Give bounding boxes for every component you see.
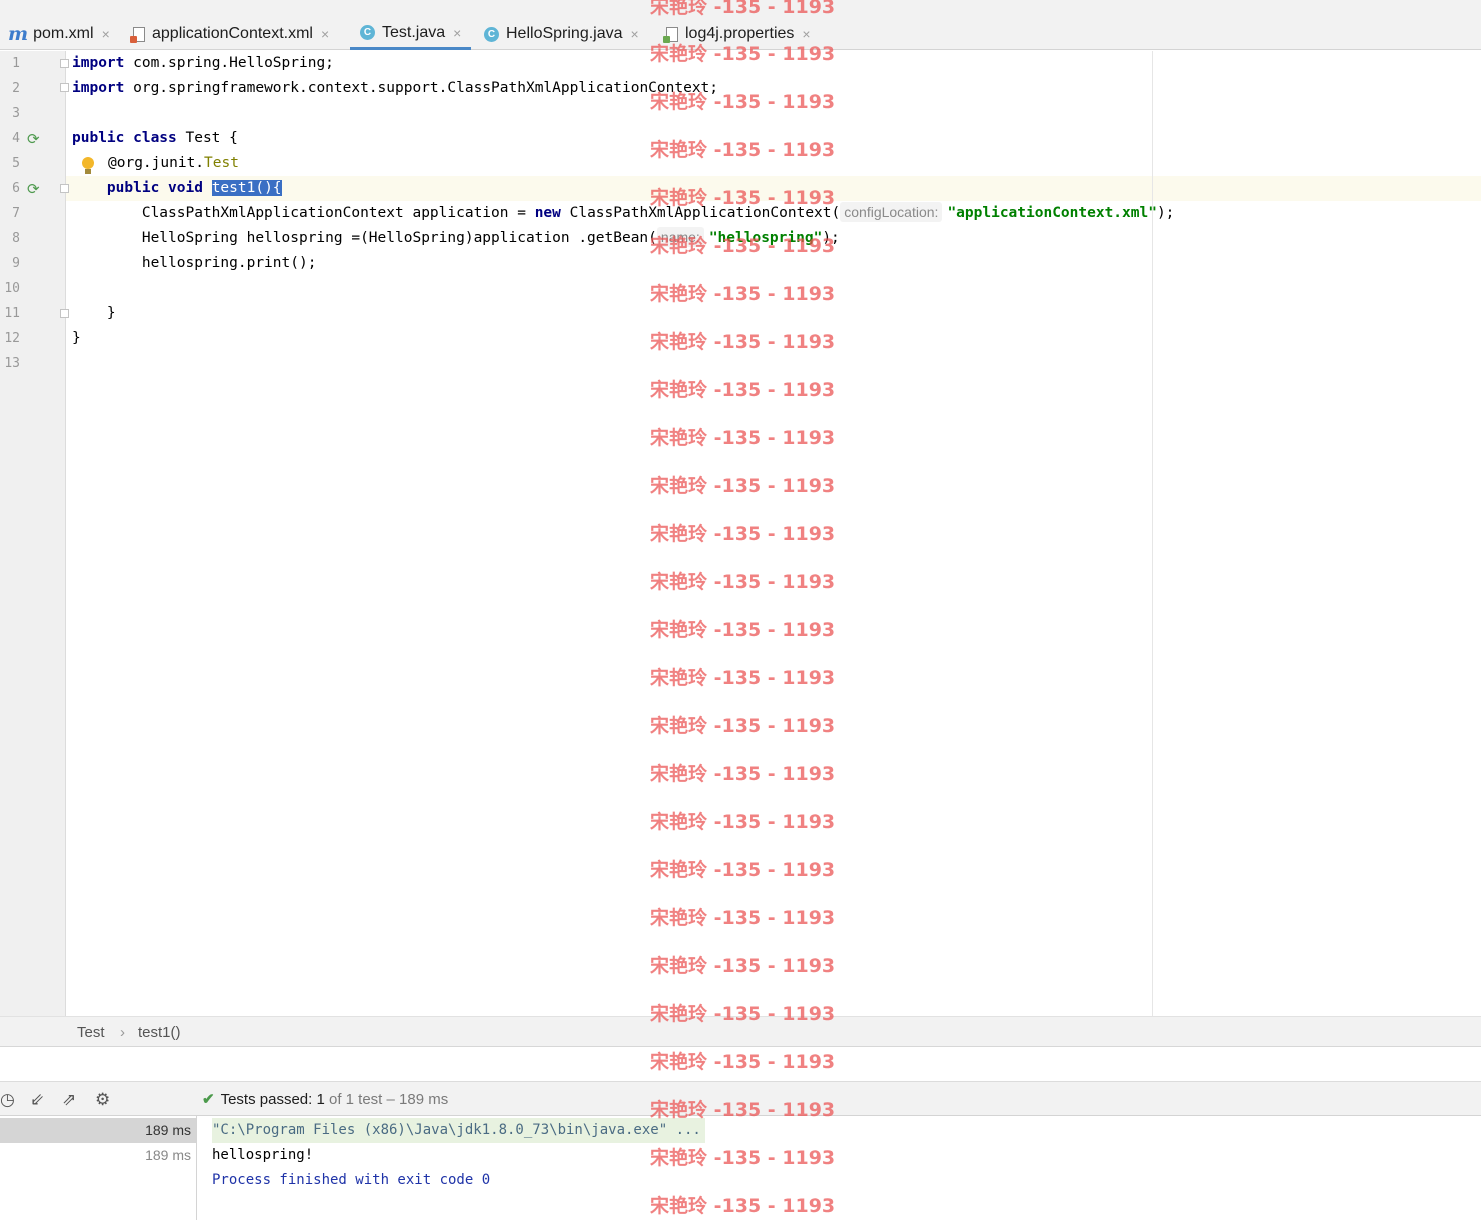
watermark-text: 宋艳玲 -135 - 1193	[650, 1051, 836, 1073]
code-line-11: }	[72, 305, 116, 321]
line-number: 12	[4, 331, 20, 346]
code-line-7: ClassPathXmlApplicationContext applicati…	[72, 202, 1175, 222]
console-exit-line: Process finished with exit code 0	[212, 1172, 491, 1188]
right-margin-guide	[1152, 51, 1153, 1016]
line-number: 4	[12, 131, 20, 146]
collapse-icon[interactable]: ⇙	[30, 1090, 44, 1110]
line-number: 1	[12, 56, 20, 71]
line-number: 6	[12, 181, 20, 196]
test-tree-row[interactable]: 189 ms	[0, 1118, 196, 1143]
console-command-line: "C:\Program Files (x86)\Java\jdk1.8.0_73…	[212, 1118, 705, 1143]
intention-lightbulb-icon[interactable]	[82, 157, 94, 174]
breadcrumb: Test › test1()	[0, 1016, 1481, 1047]
code-line-12: }	[72, 330, 81, 346]
run-toolbar: ◷ ⇙ ⇗ ⚙ ✔ Tests passed: 1 of 1 test – 189…	[0, 1081, 1481, 1116]
tab-pom-xml[interactable]: m pom.xml ×	[8, 18, 110, 50]
code-line-9: hellospring.print();	[72, 255, 317, 271]
tab-log4j-properties[interactable]: log4j.properties ×	[663, 18, 811, 50]
close-tab-icon[interactable]: ×	[321, 26, 329, 42]
fold-marker-icon[interactable]	[60, 309, 69, 318]
tab-label: HelloSpring.java	[506, 25, 623, 42]
java-class-icon: C	[484, 26, 499, 42]
status-label: Tests passed:	[220, 1091, 313, 1108]
line-number: 11	[4, 306, 20, 321]
test-results-tree: 189 ms 189 ms	[0, 1116, 197, 1220]
watermark-text: 宋艳玲 -135 - 1193	[650, 1195, 836, 1217]
editor-tab-bar: m pom.xml × applicationContext.xml × C T…	[0, 0, 1481, 50]
run-test-class-icon[interactable]: ⟳	[27, 129, 40, 149]
xml-file-icon	[130, 26, 145, 43]
breadcrumb-separator: ›	[120, 1024, 125, 1041]
maven-icon: m	[8, 23, 29, 45]
close-tab-icon[interactable]: ×	[631, 26, 639, 42]
console-output-line: hellospring!	[212, 1147, 314, 1163]
line-number: 5	[12, 156, 20, 171]
breadcrumb-method[interactable]: test1()	[138, 1024, 181, 1041]
code-line-2: import org.springframework.context.suppo…	[72, 80, 719, 96]
breadcrumb-class[interactable]: Test	[77, 1024, 105, 1041]
java-class-icon: C	[360, 25, 375, 40]
code-line-8: HelloSpring hellospring =(HelloSpring)ap…	[72, 227, 840, 247]
tab-test-java[interactable]: C Test.java ×	[350, 18, 472, 50]
line-number: 2	[12, 81, 20, 96]
line-number-gutter[interactable]: 1 2 3 4 5 6 7 8 9 10 11 12 13 ⟳ ⟳	[0, 51, 69, 1016]
run-test-method-icon[interactable]: ⟳	[27, 179, 40, 199]
line-number: 8	[12, 231, 20, 246]
history-icon[interactable]: ◷	[0, 1090, 15, 1110]
check-icon: ✔	[202, 1091, 215, 1108]
line-number: 3	[12, 106, 20, 121]
fold-marker-icon[interactable]	[60, 59, 69, 68]
close-tab-icon[interactable]: ×	[102, 26, 110, 42]
status-count: 1	[316, 1091, 325, 1108]
gear-icon[interactable]: ⚙	[95, 1090, 110, 1110]
tab-label: pom.xml	[33, 25, 94, 42]
line-number: 9	[12, 256, 20, 271]
tab-application-context-xml[interactable]: applicationContext.xml ×	[130, 18, 329, 50]
code-line-4: public class Test {	[72, 130, 238, 146]
line-number: 7	[12, 206, 20, 221]
line-number: 13	[4, 356, 20, 371]
tab-label: log4j.properties	[685, 25, 795, 42]
code-editor[interactable]: 1 2 3 4 5 6 7 8 9 10 11 12 13 ⟳ ⟳ import…	[0, 51, 1481, 1016]
selected-text: test1(){	[211, 180, 282, 196]
status-detail: of 1 test – 189 ms	[328, 1091, 449, 1108]
code-line-5: @org.junit.Test	[108, 155, 239, 171]
tab-label: Test.java	[382, 23, 446, 41]
fold-marker-icon[interactable]	[60, 83, 69, 92]
parameter-hint: configLocation:	[840, 202, 943, 222]
tab-label: applicationContext.xml	[152, 25, 313, 42]
properties-file-icon	[663, 26, 678, 43]
close-tab-icon[interactable]: ×	[802, 26, 810, 42]
close-tab-icon[interactable]: ×	[453, 25, 461, 41]
watermark-text: 宋艳玲 -135 - 1193	[650, 1147, 836, 1169]
line-number: 10	[4, 281, 20, 296]
parameter-hint: name:	[656, 227, 704, 247]
test-status: ✔ Tests passed: 1 of 1 test – 189 ms	[202, 1090, 448, 1108]
code-line-1: import com.spring.HelloSpring;	[72, 55, 334, 71]
test-tree-row[interactable]: 189 ms	[0, 1143, 196, 1168]
tab-hellospring-java[interactable]: C HelloSpring.java ×	[484, 18, 639, 50]
expand-icon[interactable]: ⇗	[62, 1090, 76, 1110]
code-line-6: public void test1(){	[72, 180, 282, 196]
fold-marker-icon[interactable]	[60, 184, 69, 193]
